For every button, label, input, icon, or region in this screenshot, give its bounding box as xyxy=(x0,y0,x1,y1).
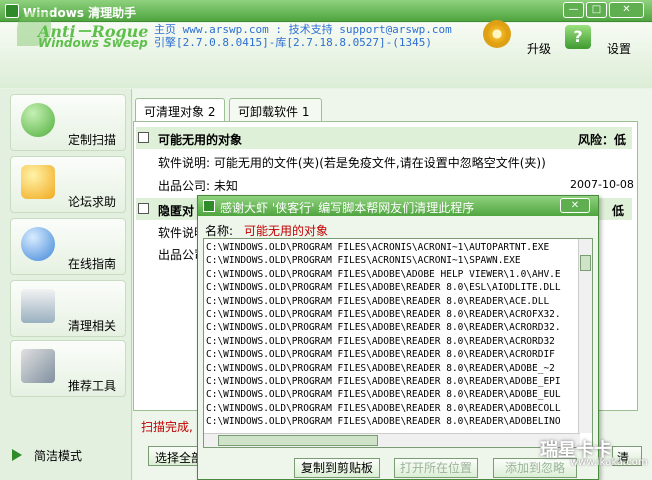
file-path-row[interactable]: C:\WINDOWS.OLD\PROGRAM FILES\ACRONIS\ACR… xyxy=(206,241,580,254)
app-icon xyxy=(5,4,19,18)
sidebar-item-online-guide[interactable]: 在线指南 xyxy=(10,218,126,275)
result-risk: 风险：低 xyxy=(578,133,627,147)
tools-icon xyxy=(21,349,55,383)
sidebar-item-label: 推荐工具 xyxy=(68,379,117,393)
logo-subtext: Windows Sweep xyxy=(38,36,148,50)
watermark-url: www.ikaka.com xyxy=(570,457,648,468)
copy-to-clipboard-button[interactable]: 复制到剪贴板 xyxy=(294,458,380,478)
tab-uninstallable-software[interactable]: 可卸载软件 1 xyxy=(229,98,322,121)
sidebar-item-forum-help[interactable]: 论坛求助 xyxy=(10,156,126,213)
file-path-row[interactable]: C:\WINDOWS.OLD\PROGRAM FILES\ADOBE\READE… xyxy=(206,415,580,428)
open-location-button[interactable]: 打开所在位置 xyxy=(394,458,478,478)
dialog-close-button[interactable]: ✕ xyxy=(560,198,590,213)
result-date: 2007-10-08 xyxy=(570,178,634,191)
sidebar-item-cleanup[interactable]: 清理相关 xyxy=(10,280,126,337)
dialog-name-label: 名称: xyxy=(205,224,234,238)
file-path-row[interactable]: C:\WINDOWS.OLD\PROGRAM FILES\ADOBE\READE… xyxy=(206,308,580,321)
sidebar-item-label: 定制扫描 xyxy=(68,133,117,147)
tab-cleanable-objects[interactable]: 可清理对象 2 xyxy=(135,98,225,121)
file-path-row[interactable]: C:\WINDOWS.OLD\PROGRAM FILES\ADOBE\READE… xyxy=(206,321,580,334)
engine-version-text: 引擎[2.7.0.8.0415]-库[2.7.18.8.0527]-(1345) xyxy=(154,36,433,49)
plus-icon xyxy=(21,103,55,137)
file-path-row[interactable]: C:\WINDOWS.OLD\PROGRAM FILES\ACRONIS\ACR… xyxy=(206,254,580,267)
details-dialog: 感谢大虾 '侠客行' 编写脚本帮网友们清理此程序 ✕ 名称: 可能无用的对象 C… xyxy=(197,195,599,480)
magnifier-icon xyxy=(21,227,55,261)
sidebar-item-label: 清理相关 xyxy=(68,319,117,333)
select-all-button[interactable]: 选择全部 xyxy=(148,446,203,466)
file-path-row[interactable]: C:\WINDOWS.OLD\PROGRAM FILES\ADOBE\READE… xyxy=(206,402,580,415)
result-title: 隐匿对 xyxy=(158,204,195,218)
file-path-row[interactable]: C:\WINDOWS.OLD\PROGRAM FILES\ADOBE\ADOBE… xyxy=(206,268,580,281)
arrow-right-icon xyxy=(12,449,22,461)
file-path-row[interactable]: C:\WINDOWS.OLD\PROGRAM FILES\ADOBE\READE… xyxy=(206,348,580,361)
file-path-list[interactable]: C:\WINDOWS.OLD\PROGRAM FILES\ACRONIS\ACR… xyxy=(203,238,593,448)
result-checkbox[interactable] xyxy=(138,203,149,214)
horizontal-scrollbar[interactable] xyxy=(204,433,580,447)
result-checkbox[interactable] xyxy=(138,132,149,143)
gear-icon[interactable] xyxy=(483,20,511,48)
file-path-row[interactable]: C:\WINDOWS.OLD\PROGRAM FILES\ADOBE\READE… xyxy=(206,281,580,294)
maximize-button[interactable]: □ xyxy=(586,2,607,18)
sidebar-item-label: 在线指南 xyxy=(68,257,117,271)
file-path-row[interactable]: C:\WINDOWS.OLD\PROGRAM FILES\ADOBE\READE… xyxy=(206,362,580,375)
scan-status-text: 扫描完成, xyxy=(141,420,193,434)
recycle-bin-icon xyxy=(21,289,55,323)
dialog-name-value: 可能无用的对象 xyxy=(244,224,329,238)
upgrade-button[interactable]: 升级 xyxy=(527,40,551,57)
file-path-row[interactable]: C:\WINDOWS.OLD\PROGRAM FILES\ADOBE\READE… xyxy=(206,335,580,348)
result-risk: 低 xyxy=(612,204,625,218)
chat-bubble-icon xyxy=(21,165,55,199)
result-title: 可能无用的对象 xyxy=(158,133,243,147)
dialog-app-icon xyxy=(203,200,215,212)
scroll-thumb[interactable] xyxy=(580,255,591,271)
help-icon[interactable]: ? xyxy=(565,25,591,49)
sidebar-item-label: 论坛求助 xyxy=(68,195,117,209)
file-path-row[interactable]: C:\WINDOWS.OLD\PROGRAM FILES\ADOBE\READE… xyxy=(206,388,580,401)
scroll-thumb[interactable] xyxy=(218,435,378,446)
vertical-scrollbar[interactable] xyxy=(578,239,592,433)
simple-mode-button[interactable]: 简洁模式 xyxy=(34,447,82,464)
minimize-button[interactable]: — xyxy=(563,2,584,18)
settings-button[interactable]: 设置 xyxy=(607,40,631,57)
dialog-title: 感谢大虾 '侠客行' 编写脚本帮网友们清理此程序 xyxy=(220,201,475,215)
result-description: 软件说明: 可能无用的文件(夹)(若是免疫文件,请在设置中忽略空文件(夹)) xyxy=(158,156,546,170)
file-path-row[interactable]: C:\WINDOWS.OLD\PROGRAM FILES\ADOBE\READE… xyxy=(206,295,580,308)
file-path-row[interactable]: C:\WINDOWS.OLD\PROGRAM FILES\ADOBE\READE… xyxy=(206,375,580,388)
result-company: 出品公司: 未知 xyxy=(158,179,238,193)
sidebar-item-custom-scan[interactable]: 定制扫描 xyxy=(10,94,126,151)
close-button[interactable]: ✕ xyxy=(609,2,644,18)
file-path-list-content: C:\WINDOWS.OLD\PROGRAM FILES\ACRONIS\ACR… xyxy=(206,241,580,429)
sidebar-item-recommended-tools[interactable]: 推荐工具 xyxy=(10,340,126,397)
